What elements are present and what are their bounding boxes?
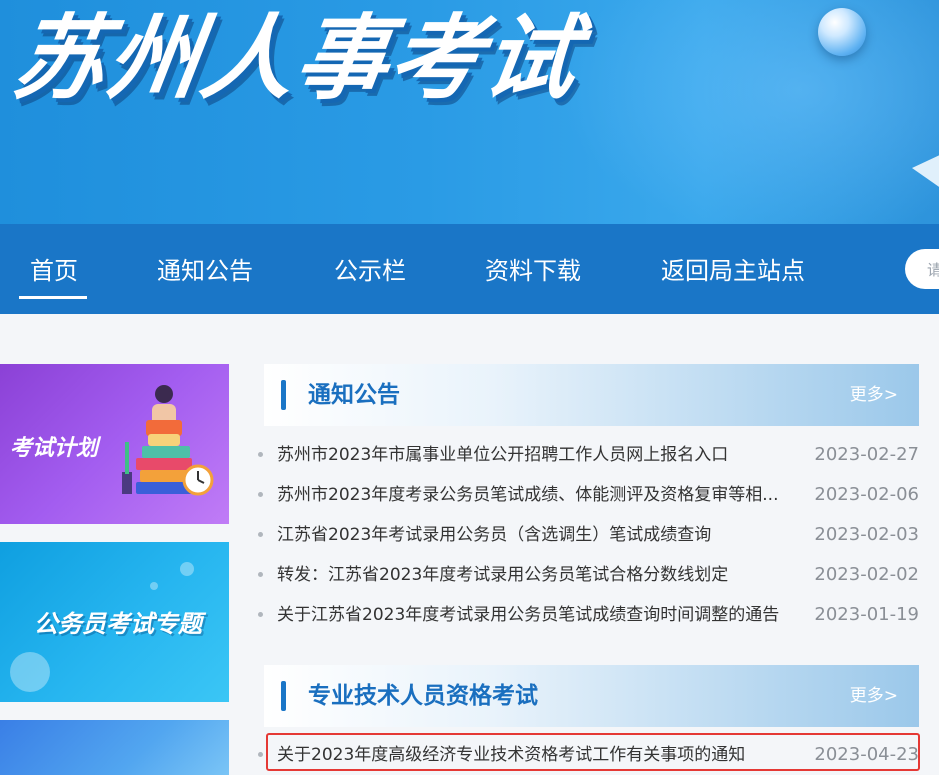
list-item[interactable]: 关于江苏省2023年度考试录用公务员笔试成绩查询时间调整的通告 2023-01-…: [258, 597, 919, 633]
bullet-icon: [258, 532, 263, 537]
list-item-title[interactable]: 关于江苏省2023年度考试录用公务员笔试成绩查询时间调整的通告: [277, 597, 807, 633]
bullet-icon: [258, 492, 263, 497]
section-accent-bar: [281, 380, 286, 410]
list-item[interactable]: 苏州市2023年市属事业单位公开招聘工作人员网上报名入口 2023-02-27: [258, 437, 919, 473]
exam-plan-label: 考试计划: [10, 436, 99, 461]
main-nav: 首页 通知公告 公示栏 资料下载 返回局主站点 请: [0, 224, 939, 314]
bullet-icon: [258, 752, 263, 757]
list-item-title[interactable]: 江苏省2023年考试录用公务员（含选调生）笔试成绩查询: [277, 517, 807, 553]
section-accent-bar: [281, 681, 286, 711]
qualification-section-header: 专业技术人员资格考试 更多>: [264, 665, 919, 727]
promo-card-third[interactable]: [0, 720, 229, 775]
bullet-icon: [258, 452, 263, 457]
decorative-dot: [10, 652, 50, 692]
search-input[interactable]: 请: [905, 249, 939, 289]
list-item-title[interactable]: 苏州市2023年市属事业单位公开招聘工作人员网上报名入口: [277, 437, 807, 473]
site-title: 苏州人事考试: [6, 5, 586, 112]
qualification-more-link[interactable]: 更多>: [850, 684, 898, 708]
reading-person-illustration: [122, 385, 214, 496]
bullet-icon: [258, 612, 263, 617]
decorative-sphere: [818, 8, 866, 56]
page-root: 苏州人事考试 首页 通知公告 公示栏 资料下载 返回局主站点 请 考试计划 公务…: [0, 0, 939, 775]
list-item-title[interactable]: 苏州市2023年度考录公务员笔试成绩、体能测评及资格复审等相...: [277, 477, 807, 513]
decorative-dot: [180, 562, 194, 576]
nav-item-home[interactable]: 首页: [30, 256, 78, 286]
bullet-icon: [258, 572, 263, 577]
notices-more-link[interactable]: 更多>: [850, 383, 898, 407]
list-item[interactable]: 苏州市2023年度考录公务员笔试成绩、体能测评及资格复审等相... 2023-0…: [258, 477, 919, 513]
nav-item-notices[interactable]: 通知公告: [157, 256, 253, 286]
decorative-dot: [150, 582, 158, 590]
list-item[interactable]: 江苏省2023年考试录用公务员（含选调生）笔试成绩查询 2023-02-03: [258, 517, 919, 553]
exam-plan-card[interactable]: 考试计划: [0, 364, 229, 524]
civil-servant-exam-label: 公务员考试专题: [34, 610, 202, 638]
nav-active-indicator: [19, 296, 87, 299]
list-item-title[interactable]: 转发：江苏省2023年度考试录用公务员笔试合格分数线划定: [277, 557, 807, 593]
list-item-date: 2023-02-03: [814, 524, 919, 545]
qualification-section-title: 专业技术人员资格考试: [308, 683, 538, 709]
search-placeholder: 请: [927, 261, 939, 279]
list-item-date: 2023-02-06: [814, 484, 919, 505]
nav-item-downloads[interactable]: 资料下载: [485, 256, 581, 286]
list-item-date: 2023-01-19: [814, 604, 919, 625]
list-item-date: 2023-02-02: [814, 564, 919, 585]
civil-servant-exam-card[interactable]: 公务员考试专题: [0, 542, 229, 702]
notices-section-title: 通知公告: [308, 382, 400, 408]
site-banner: 苏州人事考试: [0, 0, 939, 224]
list-item-date: 2023-02-27: [814, 444, 919, 465]
notices-section-header: 通知公告 更多>: [264, 364, 919, 426]
highlight-box: [266, 733, 920, 771]
nav-item-main-site[interactable]: 返回局主站点: [661, 256, 805, 286]
nav-item-bulletin[interactable]: 公示栏: [334, 256, 406, 286]
list-item[interactable]: 转发：江苏省2023年度考试录用公务员笔试合格分数线划定 2023-02-02: [258, 557, 919, 593]
banner-glow: [560, 0, 939, 224]
